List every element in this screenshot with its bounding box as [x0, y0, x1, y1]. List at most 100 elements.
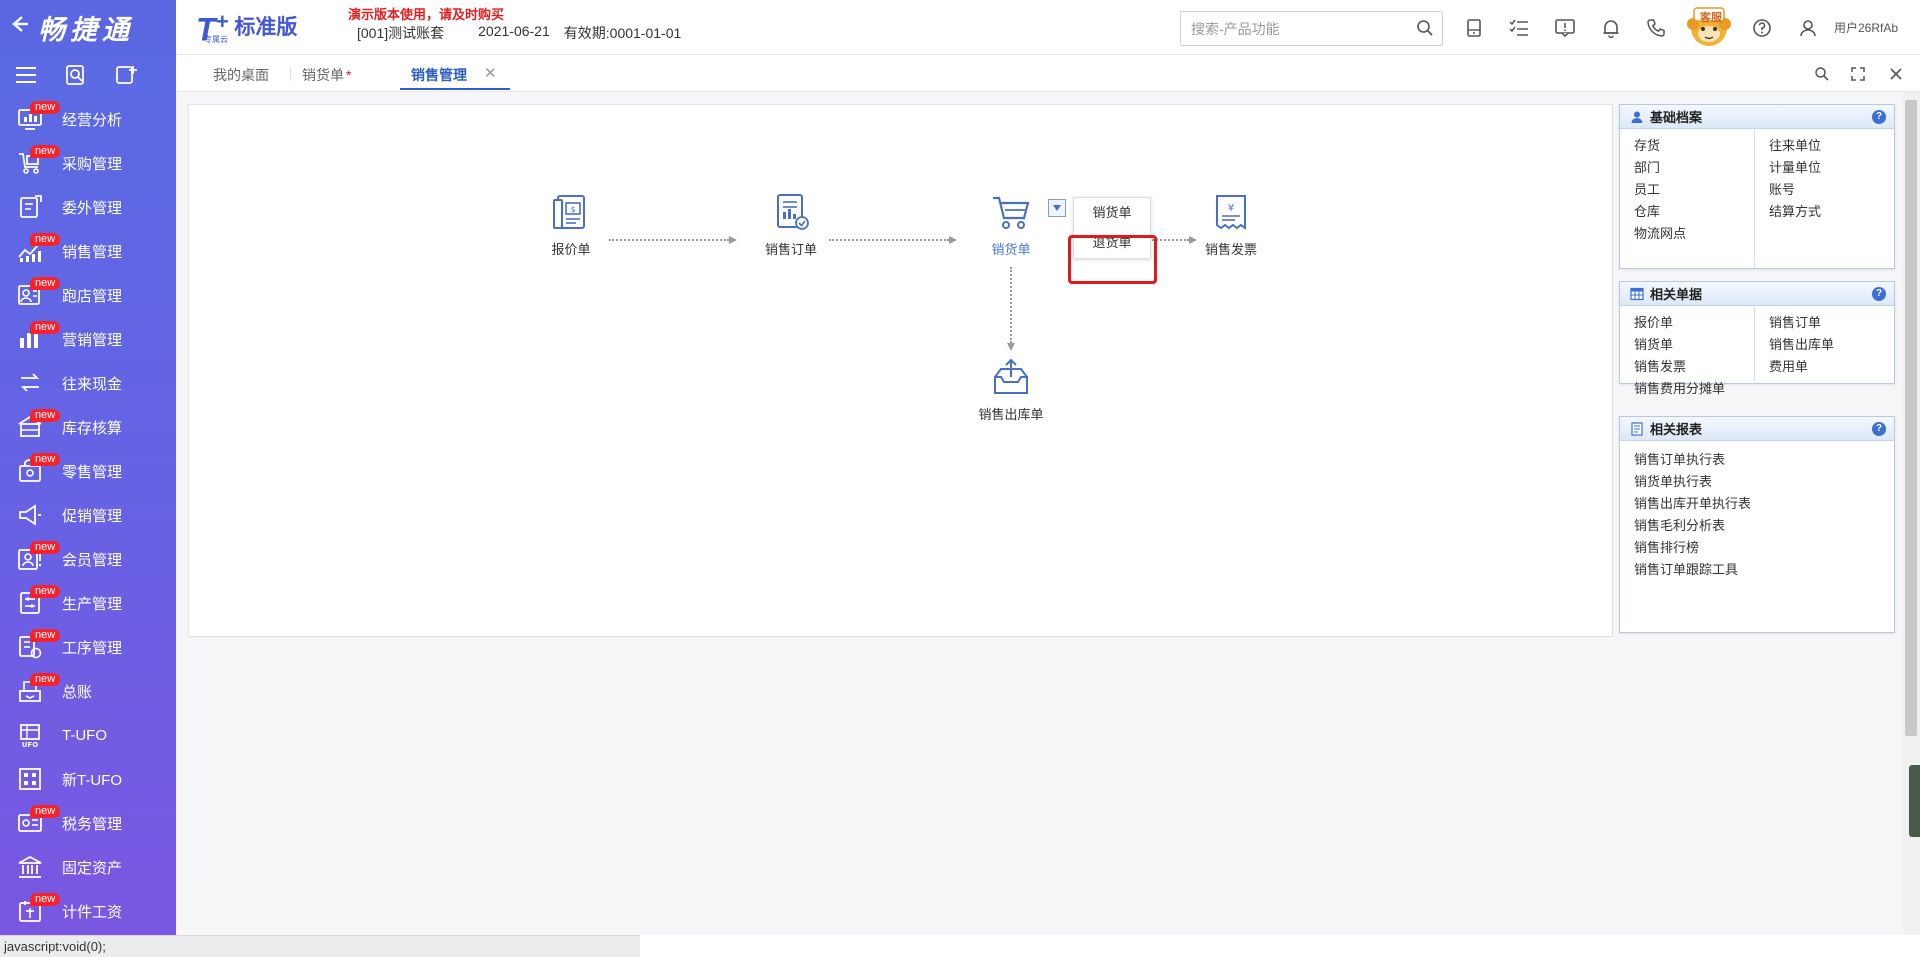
close-icon[interactable] — [1886, 64, 1906, 84]
sidebar-item-label: 促销管理 — [62, 507, 123, 525]
panel-link[interactable]: 结算方式 — [1769, 201, 1821, 223]
cash-flow-icon — [16, 369, 44, 397]
sidebar-item-piece-wage[interactable]: 计件工资 new — [0, 889, 176, 933]
panel-link[interactable]: 销售订单执行表 — [1634, 449, 1751, 471]
panel-link[interactable]: 账号 — [1769, 179, 1821, 201]
sidebar-item-fixed-asset[interactable]: 固定资产 — [0, 845, 176, 889]
sidebar-item-retail[interactable]: 零售管理 new — [0, 449, 176, 493]
panel-link[interactable]: 销售发票 — [1634, 356, 1740, 378]
panel-link[interactable]: 往来单位 — [1769, 135, 1821, 157]
user-name[interactable]: 用户26RfAb — [1834, 19, 1898, 36]
logo-subtitle: 专属云 — [204, 35, 228, 44]
panel-link[interactable]: 员工 — [1634, 179, 1740, 201]
task-list-icon[interactable] — [1507, 16, 1531, 40]
panel-link[interactable]: 销售排行榜 — [1634, 537, 1751, 559]
panel-title: 相关单据 — [1650, 287, 1703, 302]
arrow-left-icon[interactable] — [8, 13, 34, 42]
panel-link[interactable]: 销售订单 — [1769, 312, 1834, 334]
order-doc-icon — [777, 194, 809, 230]
panel-link[interactable]: 销售毛利分析表 — [1634, 515, 1751, 537]
tab-sales-doc-label: 销货单 — [302, 67, 344, 83]
new-badge: new — [30, 321, 61, 334]
table-icon — [1630, 287, 1644, 300]
search-input[interactable] — [1181, 12, 1401, 45]
add-doc-icon[interactable] — [114, 64, 138, 89]
panel-link[interactable]: 费用单 — [1769, 356, 1834, 378]
sidebar-item-label: 零售管理 — [62, 463, 123, 481]
panel-link[interactable]: 报价单 — [1634, 312, 1740, 334]
flow-arrow — [1007, 267, 1015, 351]
phone-icon[interactable] — [1644, 16, 1668, 40]
bell-icon[interactable] — [1599, 16, 1623, 40]
sidebar-item-process[interactable]: 工序管理 new — [0, 625, 176, 669]
flow-node-invoice[interactable]: ¥ 销售发票 — [1191, 190, 1271, 258]
flow-dropdown-toggle[interactable] — [1048, 199, 1066, 217]
calculator-icon[interactable] — [1462, 16, 1486, 40]
tab-close-icon[interactable]: ✕ — [484, 64, 497, 82]
sidebar-item-marketing[interactable]: 营销管理 new — [0, 317, 176, 361]
panel-column-left: 存货 部门 员工 仓库 物流网点 — [1620, 129, 1755, 269]
tab-sales-doc[interactable]: 销货单 * — [302, 65, 351, 85]
sidebar-item-tax[interactable]: 税务管理 new — [0, 801, 176, 845]
flow-node-sales-order[interactable]: 销售订单 — [751, 190, 831, 258]
user-icon[interactable] — [1796, 16, 1820, 40]
flow-node-delivery[interactable]: 销货单 — [971, 190, 1051, 258]
new-badge: new — [30, 101, 61, 114]
help-icon[interactable]: ? — [1872, 422, 1886, 436]
demo-warning[interactable]: 演示版本使用，请及时购买 — [348, 4, 504, 23]
panel-link[interactable]: 销售出库单 — [1769, 334, 1834, 356]
panel-basic-archives: 基础档案 ? 存货 部门 员工 仓库 物流网点 往来单位 计量单位 账号 结算方式 — [1619, 104, 1895, 269]
sidebar-item-new-ufo[interactable]: 新T-UFO — [0, 757, 176, 801]
panel-link[interactable]: 仓库 — [1634, 201, 1740, 223]
panel-link[interactable]: 部门 — [1634, 157, 1740, 179]
panel-column: 销售订单执行表 销货单执行表 销售出库开单执行表 销售毛利分析表 销售排行榜 销售订单跟踪… — [1620, 441, 1765, 587]
sidebar-item-outsource[interactable]: 委外管理 — [0, 185, 176, 229]
brand-area: 畅捷通 — [0, 0, 176, 55]
panel-link[interactable]: 销售订单跟踪工具 — [1634, 559, 1751, 581]
sidebar-item-promotion[interactable]: 促销管理 — [0, 493, 176, 537]
triangle-down-icon — [1053, 205, 1061, 211]
flow-arrow — [829, 236, 957, 244]
scrollbar-thumb[interactable] — [1905, 100, 1917, 736]
sidebar-item-label: 跑店管理 — [62, 287, 123, 305]
help-icon[interactable]: ? — [1872, 287, 1886, 301]
sidebar-item-production[interactable]: 生产管理 new — [0, 581, 176, 625]
sidebar-item-cash-flow[interactable]: 往来现金 — [0, 361, 176, 405]
search-doc-icon[interactable] — [64, 64, 88, 89]
sidebar-item-store-visit[interactable]: 跑店管理 new — [0, 273, 176, 317]
dropdown-item-delivery[interactable]: 销货单 — [1074, 198, 1150, 228]
help-icon[interactable] — [1750, 16, 1774, 40]
customer-service-mascot[interactable]: 客服 — [1680, 4, 1738, 50]
side-panel-handle[interactable] — [1909, 765, 1920, 837]
sidebar-item-purchase[interactable]: 采购管理 new — [0, 141, 176, 185]
sidebar-item-ledger[interactable]: 总账 new — [0, 669, 176, 713]
panel-link[interactable]: 存货 — [1634, 135, 1740, 157]
sidebar-item-sales[interactable]: 销售管理 new — [0, 229, 176, 273]
flow-node-quote[interactable]: $ 报价单 — [531, 190, 611, 258]
sidebar-item-label: 销售管理 — [62, 243, 123, 261]
help-icon[interactable]: ? — [1872, 110, 1886, 124]
fullscreen-icon[interactable] — [1848, 64, 1868, 84]
sidebar-item-ufo[interactable]: UFO T-UFO — [0, 713, 176, 757]
search-icon[interactable] — [1812, 64, 1832, 84]
panel-column-right: 往来单位 计量单位 账号 结算方式 — [1755, 129, 1835, 269]
panel-link[interactable]: 计量单位 — [1769, 157, 1821, 179]
sidebar: 经营分析 new 采购管理 new 委外管理 销售管理 new 跑店管理 new 营销管理 new 往… — [0, 55, 176, 935]
message-icon[interactable] — [1553, 16, 1577, 40]
panel-link[interactable]: 物流网点 — [1634, 223, 1740, 245]
panel-link[interactable]: 销售出库开单执行表 — [1634, 493, 1751, 515]
flow-node-outbound[interactable]: 销售出库单 — [971, 355, 1051, 423]
panel-link[interactable]: 销货单执行表 — [1634, 471, 1751, 493]
tab-desktop[interactable]: 我的桌面 — [213, 65, 269, 85]
search-icon[interactable] — [1416, 19, 1434, 40]
tab-sales-management[interactable]: 销售管理 — [411, 65, 467, 85]
sidebar-item-inventory[interactable]: 库存核算 new — [0, 405, 176, 449]
sidebar-item-label: 会员管理 — [62, 551, 123, 569]
sidebar-item-analysis[interactable]: 经营分析 new — [0, 97, 176, 141]
flow-arrow — [609, 236, 737, 244]
panel-link[interactable]: 销货单 — [1634, 334, 1740, 356]
panel-link[interactable]: 销售费用分摊单 — [1634, 378, 1740, 400]
sidebar-item-member[interactable]: 会员管理 new — [0, 537, 176, 581]
menu-icon[interactable] — [14, 65, 38, 88]
search-box[interactable] — [1180, 11, 1443, 46]
